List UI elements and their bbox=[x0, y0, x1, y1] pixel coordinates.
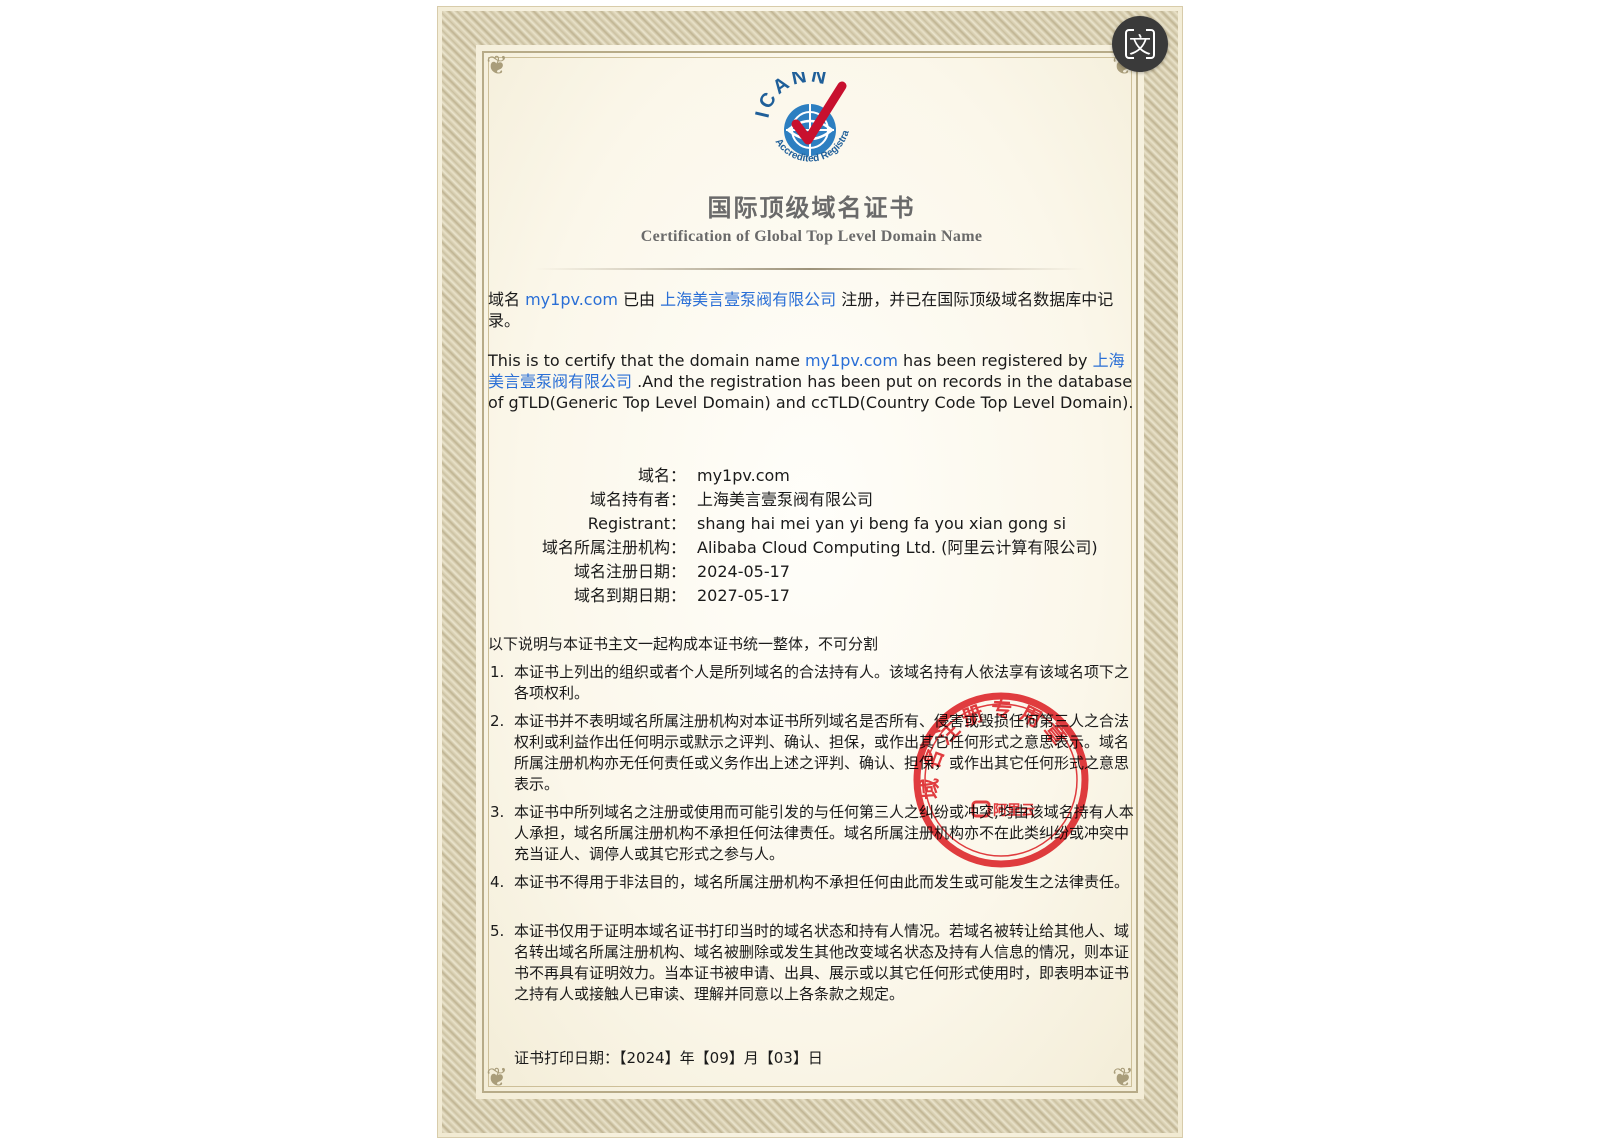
title-chinese: 国际顶级域名证书 bbox=[707, 194, 916, 222]
translate-icon: 文 bbox=[1128, 34, 1151, 59]
translate-button[interactable]: 文 bbox=[1112, 16, 1168, 72]
title-english: Certification of Global Top Level Domain… bbox=[640, 228, 983, 245]
title-divider bbox=[535, 268, 1085, 270]
cloud-logo-icon bbox=[971, 800, 991, 818]
notes-heading: 以下说明与本证书主文一起构成本证书统一整体，不可分割 bbox=[488, 635, 879, 653]
official-seal-stamp: 域名注册专用章 阿里云 bbox=[913, 692, 1089, 868]
domain-link[interactable]: my1pv.com bbox=[805, 351, 898, 370]
corner-ornament-icon: ❦ bbox=[486, 1063, 508, 1093]
holder-link[interactable]: 上海美言壹泵阀有限公司 bbox=[660, 290, 836, 309]
domain-link[interactable]: my1pv.com bbox=[525, 290, 618, 309]
intro-english: This is to certify that the domain name … bbox=[488, 351, 1134, 412]
icann-logo: ICANN Accredited Registrar bbox=[750, 72, 852, 165]
intro-chinese: 域名 my1pv.com 已由 上海美言壹泵阀有限公司 注册，并已在国际顶级域名… bbox=[488, 290, 1114, 330]
svg-text:阿里云: 阿里云 bbox=[993, 803, 1035, 819]
corner-ornament-icon: ❦ bbox=[486, 51, 508, 81]
print-date: 证书打印日期：【2024】年【09】月【03】日 bbox=[514, 1049, 823, 1067]
